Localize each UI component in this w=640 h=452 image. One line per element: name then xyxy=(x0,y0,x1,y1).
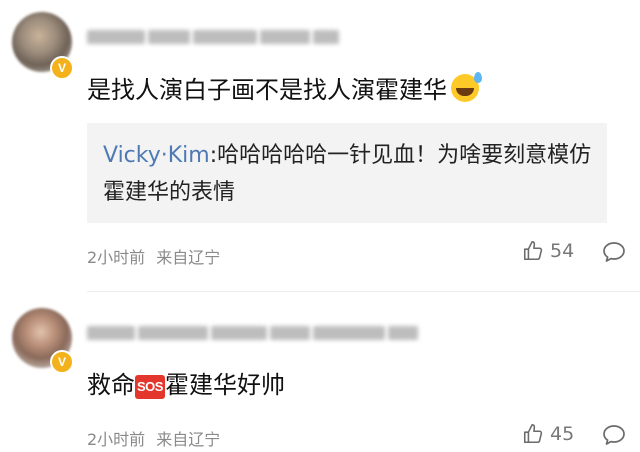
grinning-sweat-emoji xyxy=(451,72,482,102)
comment-time: 2小时前 xyxy=(87,248,146,267)
comment-bubble-icon xyxy=(603,425,625,445)
like-count: 54 xyxy=(550,240,575,262)
reply-button[interactable] xyxy=(602,241,626,267)
commenter-name-blurred[interactable] xyxy=(87,322,421,344)
like-button[interactable]: 54 xyxy=(522,240,574,262)
like-button[interactable]: 45 xyxy=(522,423,574,445)
comment-meta: 2小时前 来自辽宁 xyxy=(87,426,220,450)
comment-source: 来自辽宁 xyxy=(156,430,221,449)
commenter-name-blurred[interactable] xyxy=(87,26,342,48)
reply-button[interactable] xyxy=(602,424,626,450)
reply-quote-text: Vicky·Kim:哈哈哈哈哈一针见血！为啥要刻意模仿霍建华的表情 xyxy=(103,143,592,205)
like-count: 45 xyxy=(550,423,575,445)
comment-meta: 2小时前 来自辽宁 xyxy=(87,244,220,268)
comment-text: 救命 SOS霍建华好帅 xyxy=(87,371,285,399)
reply-quote[interactable]: Vicky·Kim:哈哈哈哈哈一针见血！为啥要刻意模仿霍建华的表情 xyxy=(87,123,607,223)
comment-divider xyxy=(87,291,640,292)
verified-badge: V xyxy=(50,56,74,80)
comment-source: 来自辽宁 xyxy=(156,248,221,267)
thumbs-up-icon xyxy=(523,424,543,444)
comment-time: 2小时前 xyxy=(87,430,146,449)
verified-badge: V xyxy=(50,350,74,374)
reply-quote-user[interactable]: Vicky·Kim xyxy=(103,143,210,168)
sos-emoji: SOS xyxy=(135,375,165,399)
comment-text: 是找人演白子画不是找人演霍建华 xyxy=(87,72,482,105)
comment-bubble-icon xyxy=(603,242,625,262)
thumbs-up-icon xyxy=(523,241,543,261)
